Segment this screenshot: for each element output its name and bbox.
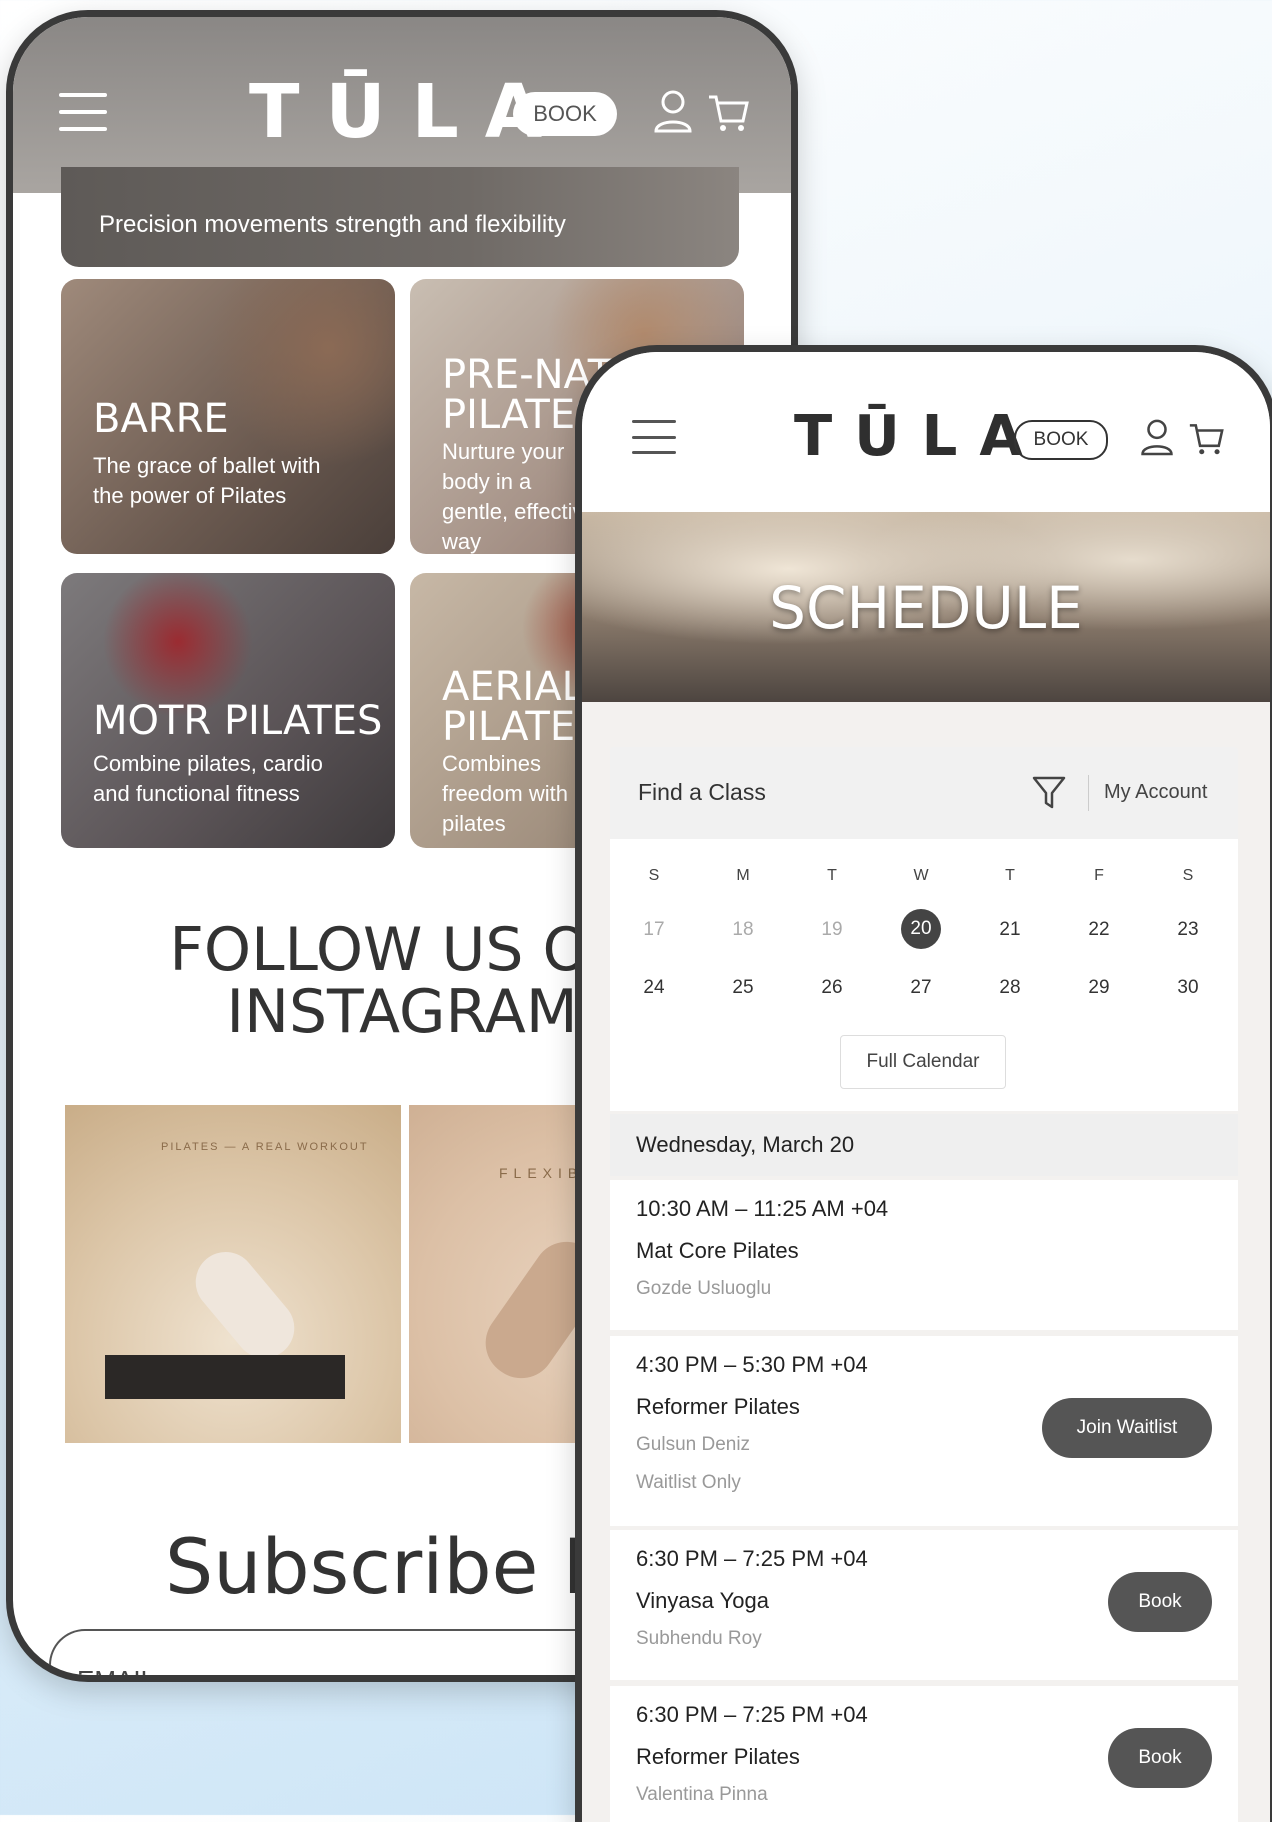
weekday-row: S M T W T F S [610, 867, 1238, 907]
calendar-day[interactable]: 21 [980, 919, 1040, 941]
my-account-link[interactable]: My Account [1104, 781, 1207, 804]
page-title: SCHEDULE [769, 574, 1083, 642]
class-time: 6:30 PM – 7:25 PM +04 [636, 1702, 868, 1727]
class-instructor: Gozde Usluoglu [636, 1278, 772, 1299]
cart-icon[interactable] [1188, 422, 1224, 456]
header: TŪLA BOOK [582, 352, 1270, 512]
class-row[interactable]: 10:30 AM – 11:25 AM +04 Mat Core Pilates… [610, 1180, 1238, 1330]
book-button[interactable]: BOOK [1014, 420, 1108, 460]
hero-subtitle: Precision movements strength and flexibi… [99, 211, 566, 238]
calendar-day[interactable]: 23 [1158, 919, 1218, 941]
day-heading: Wednesday, March 20 [610, 1114, 1238, 1176]
day-heading-text: Wednesday, March 20 [636, 1132, 855, 1157]
calendar-day[interactable]: 22 [1069, 919, 1129, 941]
cart-icon[interactable] [707, 93, 749, 133]
instagram-post[interactable]: PILATES — A REAL WORKOUT [65, 1105, 401, 1443]
user-icon[interactable] [653, 89, 693, 133]
weekday-label: T [827, 867, 837, 884]
class-time: 6:30 PM – 7:25 PM +04 [636, 1546, 868, 1571]
class-card-barre[interactable]: BARRE The grace of ballet with the power… [61, 279, 395, 554]
phone-schedule: TŪLA BOOK SCHEDULE Find a Class My Accou… [575, 345, 1272, 1822]
user-icon[interactable] [1140, 418, 1174, 456]
card-subtitle: Combine pilates, cardio and functional f… [93, 751, 323, 806]
menu-icon[interactable] [632, 420, 676, 454]
class-row[interactable]: 4:30 PM – 5:30 PM +04 Reformer Pilates G… [610, 1336, 1238, 1526]
weekday-label: S [648, 867, 660, 884]
book-class-button[interactable]: Book [1108, 1572, 1212, 1632]
weekday-label: M [736, 867, 750, 884]
calendar-day[interactable]: 28 [980, 977, 1040, 999]
calendar-day[interactable]: 30 [1158, 977, 1218, 999]
class-name: Vinyasa Yoga [636, 1588, 769, 1613]
card-subtitle: The grace of ballet with the power of Pi… [93, 453, 321, 508]
book-button[interactable]: BOOK [513, 92, 617, 136]
calendar-day[interactable]: 19 [802, 919, 862, 941]
email-placeholder: EMAIL [77, 1665, 156, 1682]
class-name: Reformer Pilates [636, 1744, 800, 1769]
menu-icon[interactable] [59, 93, 107, 131]
weekday-label: S [1182, 867, 1194, 884]
weekday-label: W [913, 867, 929, 884]
class-row[interactable]: 6:30 PM – 7:25 PM +04 Reformer Pilates V… [610, 1686, 1238, 1822]
card-title: BARRE [93, 396, 229, 442]
class-instructor: Subhendu Roy [636, 1628, 762, 1649]
hero-banner[interactable]: Precision movements strength and flexibi… [61, 167, 739, 267]
calendar-day[interactable]: 24 [624, 977, 684, 999]
class-name: Reformer Pilates [636, 1394, 800, 1419]
calendar-day[interactable]: 29 [1069, 977, 1129, 999]
calendar-day[interactable]: 27 [891, 977, 951, 999]
calendar-day[interactable]: 26 [802, 977, 862, 999]
divider [1088, 775, 1089, 811]
card-title: MOTR PILATES [93, 698, 383, 744]
person-image [183, 1239, 307, 1371]
calendar-day-selected[interactable]: 20 [901, 909, 941, 949]
join-waitlist-button[interactable]: Join Waitlist [1042, 1398, 1212, 1458]
post-caption: PILATES — A REAL WORKOUT [161, 1141, 369, 1153]
full-calendar-button[interactable]: Full Calendar [840, 1035, 1006, 1089]
filter-icon[interactable] [1032, 775, 1066, 811]
class-card-motr[interactable]: MOTR PILATES Combine pilates, cardio and… [61, 573, 395, 848]
calendar-day[interactable]: 18 [713, 919, 773, 941]
find-class-label: Find a Class [638, 779, 766, 805]
logo[interactable]: TŪLA [794, 404, 1045, 469]
schedule-banner: SCHEDULE [582, 512, 1270, 702]
class-row[interactable]: 6:30 PM – 7:25 PM +04 Vinyasa Yoga Subhe… [610, 1530, 1238, 1680]
calendar: S M T W T F S 17 18 19 20 21 22 23 24 25… [610, 839, 1238, 1111]
weekday-label: F [1094, 867, 1104, 884]
calendar-day[interactable]: 25 [713, 977, 773, 999]
weekday-label: T [1005, 867, 1015, 884]
calendar-week: 17 18 19 20 21 22 23 [610, 909, 1238, 959]
find-class-bar: Find a Class My Account [610, 747, 1238, 839]
class-instructor: Valentina Pinna [636, 1784, 768, 1805]
book-class-button[interactable]: Book [1108, 1728, 1212, 1788]
class-time: 10:30 AM – 11:25 AM +04 [636, 1196, 889, 1221]
class-instructor: Gulsun Deniz [636, 1434, 751, 1455]
calendar-day[interactable]: 17 [624, 919, 684, 941]
calendar-week: 24 25 26 27 28 29 30 [610, 977, 1238, 1017]
class-time: 4:30 PM – 5:30 PM +04 [636, 1352, 868, 1377]
class-name: Mat Core Pilates [636, 1238, 799, 1263]
class-status: Waitlist Only [636, 1472, 741, 1493]
reformer-image [105, 1355, 345, 1399]
